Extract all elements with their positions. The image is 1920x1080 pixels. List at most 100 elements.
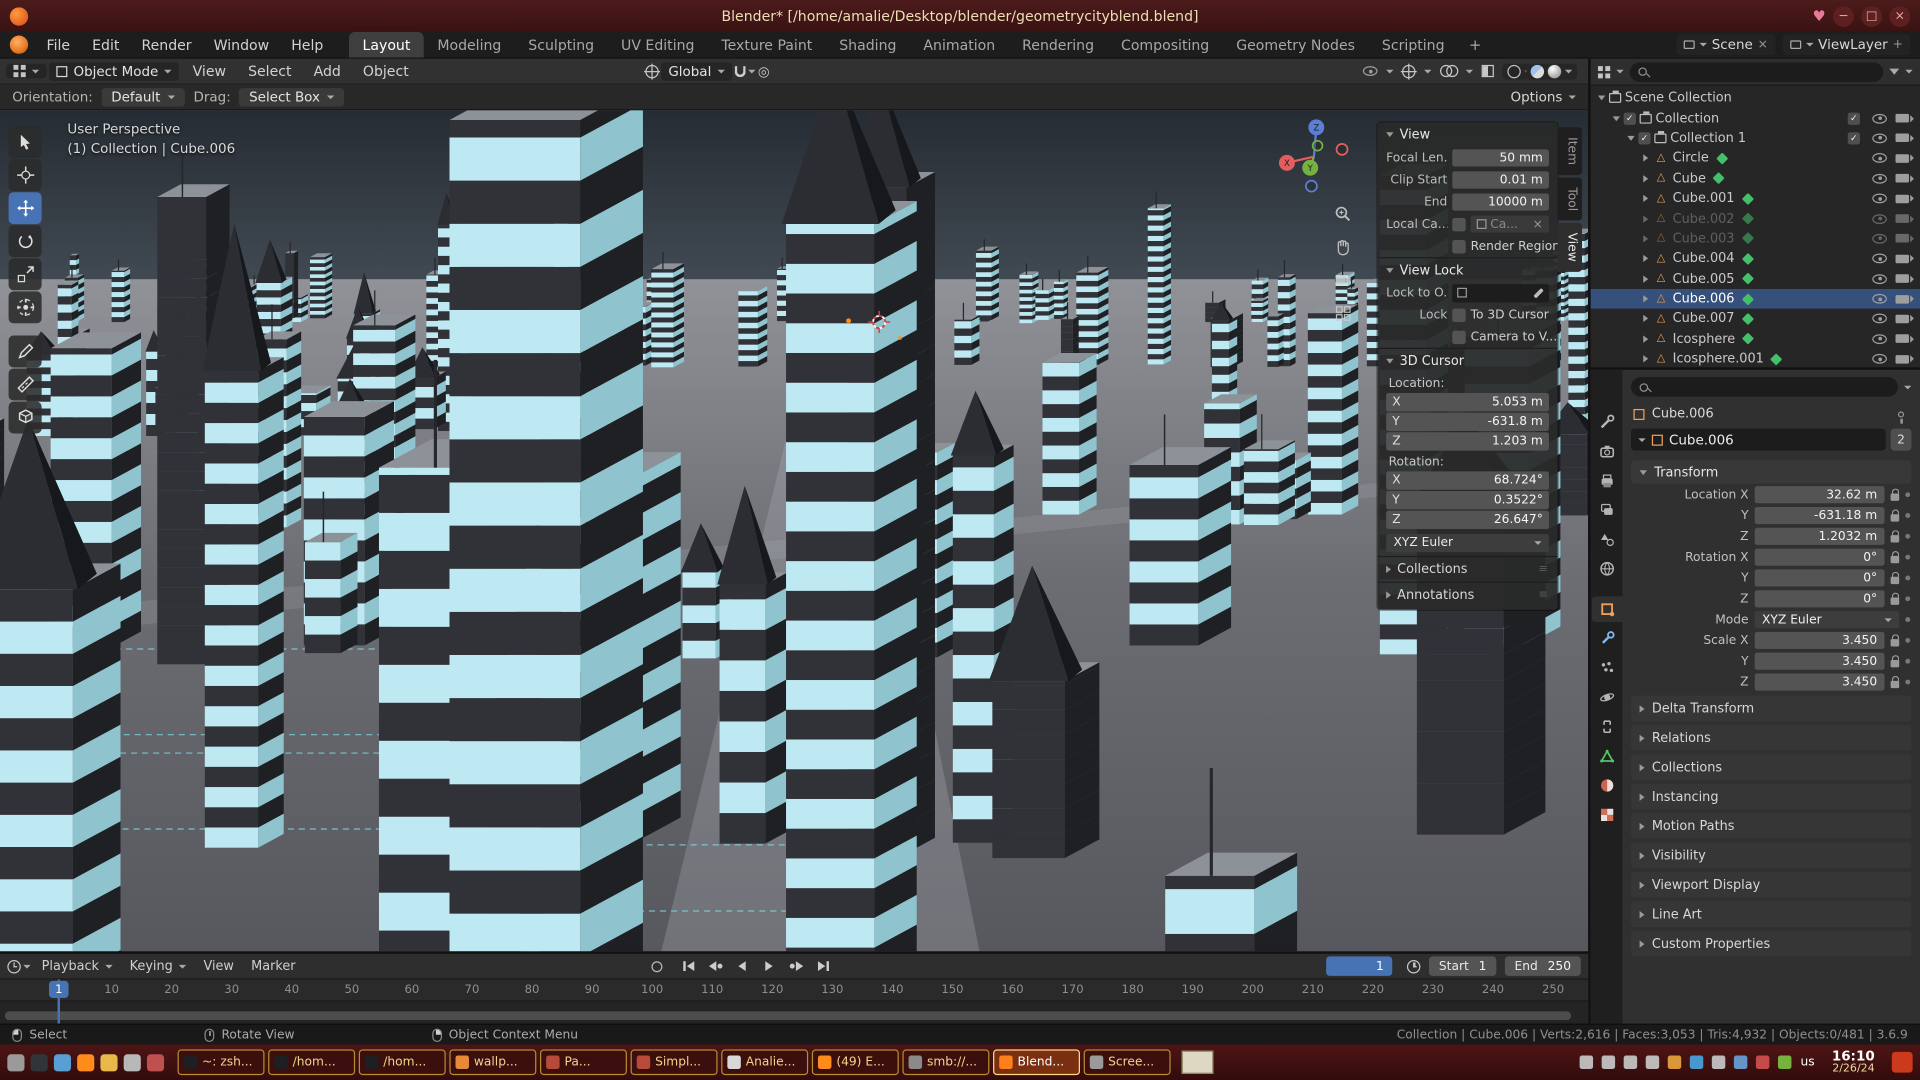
task-button-blend[interactable]: Blend... — [993, 1049, 1080, 1075]
clock[interactable]: 16:10 2/26/24 — [1832, 1049, 1875, 1076]
cursor-location-y-field[interactable]: Y-631.8 m — [1386, 413, 1549, 431]
hide-eye-icon[interactable] — [1872, 294, 1887, 304]
options-dropdown[interactable]: Options — [1510, 89, 1575, 105]
collection-checkbox[interactable]: ✓ — [1624, 112, 1636, 124]
play-button[interactable] — [758, 956, 780, 976]
chevron-down-icon[interactable] — [1904, 385, 1911, 389]
animate-decorator[interactable] — [1905, 680, 1910, 685]
gizmos-icon[interactable] — [1402, 64, 1415, 77]
properties-section-motion-paths[interactable]: Motion Paths — [1631, 813, 1911, 839]
animate-decorator[interactable] — [1905, 555, 1910, 560]
lock-object-field[interactable] — [1452, 283, 1549, 301]
folder-launcher-icon[interactable] — [100, 1054, 117, 1071]
view-section-header[interactable]: View — [1378, 122, 1558, 146]
disable-render-icon[interactable] — [1896, 275, 1909, 284]
expand-icon[interactable] — [1638, 175, 1653, 182]
current-frame-field[interactable]: 1 — [1326, 956, 1392, 976]
expand-icon[interactable] — [1638, 275, 1653, 282]
bluetooth-tray-icon[interactable] — [1734, 1056, 1747, 1069]
timeline-menu-keying[interactable]: Keying — [121, 959, 195, 974]
lock-icon[interactable] — [1891, 514, 1900, 521]
npanel-section-collections[interactable]: Collections≡ — [1378, 556, 1558, 582]
navigation-gizmo[interactable]: X Y Z — [1272, 115, 1355, 198]
animate-decorator[interactable] — [1905, 492, 1910, 497]
hide-eye-icon[interactable] — [1872, 154, 1887, 164]
cursor-rotation-mode-dropdown[interactable]: XYZ Euler — [1386, 534, 1549, 552]
properties-section-instancing[interactable]: Instancing — [1631, 784, 1911, 810]
properties-section-delta-transform[interactable]: Delta Transform — [1631, 696, 1911, 722]
exclude-checkbox[interactable]: ✓ — [1848, 112, 1860, 124]
properties-section-visibility[interactable]: Visibility — [1631, 842, 1911, 868]
expand-icon[interactable] — [1638, 235, 1653, 242]
hide-eye-icon[interactable] — [1872, 133, 1887, 143]
properties-search-input[interactable] — [1631, 377, 1898, 397]
texture-properties-tab[interactable] — [1591, 802, 1622, 828]
chat-tray-icon[interactable] — [1690, 1056, 1703, 1069]
jump-to-start-button[interactable] — [678, 956, 700, 976]
hide-eye-icon[interactable] — [1872, 214, 1887, 224]
drag-setting-dropdown[interactable]: Select Box — [239, 88, 344, 106]
expand-icon[interactable] — [1638, 255, 1653, 262]
constraints-properties-tab[interactable] — [1591, 714, 1622, 740]
solid-shading-button[interactable] — [1524, 70, 1526, 72]
cursor-tool-button[interactable] — [9, 159, 42, 191]
timeline-menu-playback[interactable]: Playback — [33, 959, 121, 974]
tab-texture-paint[interactable]: Texture Paint — [708, 32, 826, 58]
npanel-tab-item[interactable]: Item — [1558, 127, 1582, 174]
eyedropper-icon[interactable] — [1533, 287, 1543, 297]
world-properties-tab[interactable] — [1591, 556, 1622, 582]
use-preview-range-icon[interactable] — [1407, 959, 1420, 972]
tab-sculpting[interactable]: Sculpting — [515, 32, 608, 58]
timeline-editor-icon[interactable] — [7, 959, 20, 972]
axis-neg-z-ball[interactable] — [1306, 181, 1317, 192]
files-launcher-icon[interactable] — [54, 1054, 71, 1071]
collapse-icon[interactable] — [1624, 136, 1639, 141]
disable-render-icon[interactable] — [1896, 174, 1909, 183]
value-field[interactable]: -631.18 m — [1755, 507, 1885, 524]
blender-logo-icon[interactable] — [10, 36, 28, 54]
timeline-menu-view[interactable]: View — [195, 959, 243, 974]
task-button-pa[interactable]: Pa... — [540, 1049, 627, 1075]
tab-scripting[interactable]: Scripting — [1368, 32, 1458, 58]
task-button-analie[interactable]: Analie... — [721, 1049, 808, 1075]
cursor-rotation-x-field[interactable]: X68.724° — [1386, 471, 1549, 489]
menu-render[interactable]: Render — [130, 32, 202, 58]
timeline-tracks[interactable] — [0, 1002, 1588, 1023]
collapse-icon[interactable] — [1609, 116, 1624, 121]
measure-tool-button[interactable] — [9, 369, 42, 401]
hide-eye-icon[interactable] — [1872, 314, 1887, 324]
disable-render-icon[interactable] — [1896, 355, 1909, 364]
camera-view-icon[interactable] — [1332, 269, 1352, 289]
tab-shading[interactable]: Shading — [826, 32, 910, 58]
view-layer-properties-tab[interactable] — [1591, 497, 1622, 523]
keep-above-icon[interactable]: ♥ — [1813, 9, 1826, 24]
task-button-smb[interactable]: smb://... — [902, 1049, 989, 1075]
outliner-row-collection[interactable]: ✓Collection✓ — [1591, 108, 1920, 128]
editor-launcher-icon[interactable] — [124, 1054, 141, 1071]
task-button-simpl[interactable]: Simpl... — [631, 1049, 718, 1075]
end-field[interactable]: 10000 m — [1452, 193, 1549, 210]
clipboard-tray-icon[interactable] — [1602, 1056, 1615, 1069]
rendered-shading-icon[interactable] — [1548, 64, 1561, 77]
outliner-row-cube-004[interactable]: △Cube.004 — [1591, 249, 1920, 269]
local-camera-checkbox[interactable] — [1452, 217, 1465, 230]
select-box-tool-button[interactable] — [9, 126, 42, 158]
minimize-button[interactable]: − — [1833, 6, 1854, 27]
animate-decorator[interactable] — [1905, 534, 1910, 539]
disable-render-icon[interactable] — [1896, 134, 1909, 143]
animate-decorator[interactable] — [1905, 596, 1910, 601]
modifiers-properties-tab[interactable] — [1591, 626, 1622, 652]
disable-render-icon[interactable] — [1896, 295, 1909, 304]
tab-compositing[interactable]: Compositing — [1108, 32, 1223, 58]
viewport-menu-select[interactable]: Select — [237, 59, 302, 83]
cursor-rotation-z-field[interactable]: Z26.647° — [1386, 511, 1549, 529]
battery-tray-icon[interactable] — [1778, 1056, 1791, 1069]
hide-eye-icon[interactable] — [1872, 254, 1887, 264]
chevron-down-icon[interactable] — [748, 69, 755, 73]
disable-render-icon[interactable] — [1896, 315, 1909, 324]
value-field[interactable]: 3.450 — [1755, 632, 1885, 649]
new-viewlayer-icon[interactable]: + — [1893, 38, 1903, 51]
disable-render-icon[interactable] — [1896, 234, 1909, 243]
outliner-row-circle[interactable]: △Circle — [1591, 148, 1920, 168]
particles-properties-tab[interactable] — [1591, 655, 1622, 681]
